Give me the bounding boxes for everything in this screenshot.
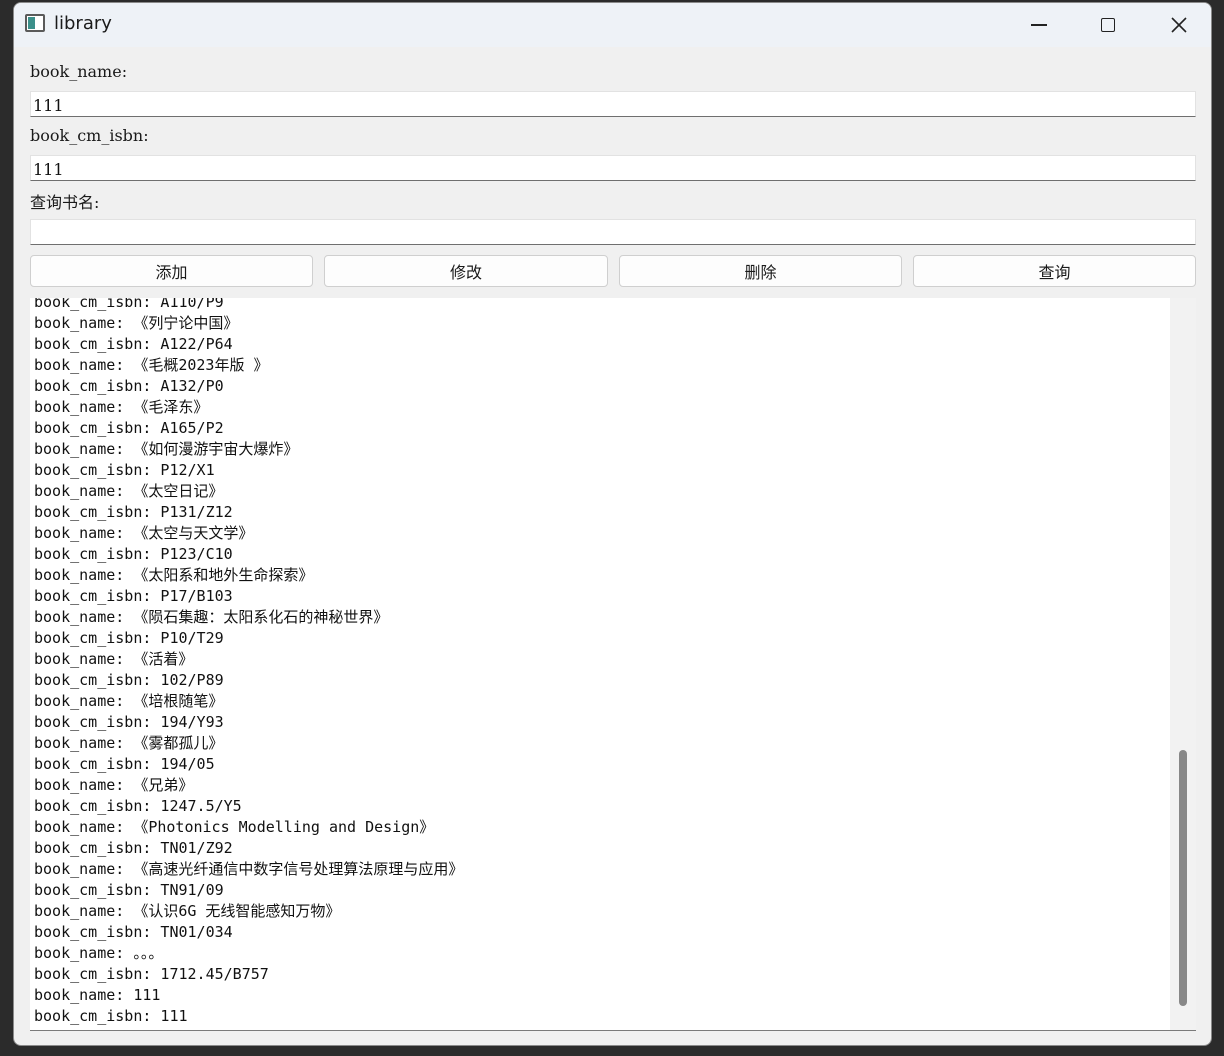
results-text-area[interactable]: book_cm_isbn: A110/P9 book_name: 《列宁论中国》 b… [30,298,1196,1031]
result-line: book_cm_isbn: P131/Z12 [34,503,233,521]
window-title: library [54,13,112,34]
result-line: book_name: 《认识6G 无线智能感知万物》 [34,902,341,920]
result-line: book_name: 《高速光纤通信中数字信号处理算法原理与应用》 [34,860,464,878]
scrollbar-thumb[interactable] [1179,750,1187,1006]
book-isbn-input[interactable] [30,155,1196,181]
query-label: 查询书名: [30,193,100,212]
result-line: book_cm_isbn: 194/Y93 [34,713,224,731]
add-button[interactable]: 添加 [30,255,313,287]
result-line: book_name: 《雾都孤儿》 [34,734,224,752]
book-name-input[interactable] [30,91,1196,117]
result-line: book_cm_isbn: TN01/034 [34,923,233,941]
result-line: book_name: 111 [34,986,161,1004]
book-name-label: book_name: [30,62,128,81]
result-line: book_cm_isbn: P123/C10 [34,545,233,563]
close-icon [1171,17,1187,33]
result-line: book_name: 《列宁论中国》 [34,314,239,332]
minimize-button[interactable] [1004,3,1074,47]
query-input[interactable] [30,219,1196,245]
app-window-icon [25,14,45,32]
modify-button[interactable]: 修改 [324,255,608,287]
result-line: book_cm_isbn: 1712.45/B757 [34,965,269,983]
result-line: book_name: 《毛泽东》 [34,398,209,416]
result-line: book_cm_isbn: 111 [34,1007,188,1025]
result-line: book_cm_isbn: 102/P89 [34,671,224,689]
result-line: book_cm_isbn: P17/B103 [34,587,233,605]
result-line: book_cm_isbn: A110/P9 [34,298,224,311]
result-line: book_cm_isbn: A132/P0 [34,377,224,395]
delete-button[interactable]: 删除 [619,255,902,287]
result-line: book_cm_isbn: 194/05 [34,755,215,773]
vertical-scrollbar[interactable] [1170,298,1196,1030]
result-line: book_cm_isbn: TN01/Z92 [34,839,233,857]
result-line: book_name: 《Photonics Modelling and Desi… [34,818,435,836]
result-line: book_name: 《活着》 [34,650,194,668]
minimize-icon [1031,24,1047,26]
result-line: book_cm_isbn: TN91/09 [34,881,224,899]
result-line: book_name: 《培根随笔》 [34,692,224,710]
result-line: book_name: 《太空与天文学》 [34,524,254,542]
maximize-button[interactable] [1073,3,1143,47]
result-line: book_name: 《陨石集趣：太阳系化石的神秘世界》 [34,608,389,626]
result-line: book_name: 《毛概2023年版 》 [34,356,269,374]
maximize-icon [1101,18,1115,32]
result-line: book_name: 《太阳系和地外生命探索》 [34,566,314,584]
result-line: book_name: 《太空日记》 [34,482,224,500]
results-list: book_cm_isbn: A110/P9 book_name: 《列宁论中国》 b… [34,298,1166,1027]
result-line: book_cm_isbn: A165/P2 [34,419,224,437]
title-bar[interactable]: library [14,3,1211,47]
result-line: book_cm_isbn: A122/P64 [34,335,233,353]
result-line: book_cm_isbn: 1247.5/Y5 [34,797,242,815]
book-isbn-label: book_cm_isbn: [30,126,149,145]
result-line: book_name: 。。。 [34,944,164,962]
close-button[interactable] [1144,3,1211,47]
result-line: book_cm_isbn: P10/T29 [34,629,224,647]
result-line: book_cm_isbn: P12/X1 [34,461,215,479]
result-line: book_name: 《如何漫游宇宙大爆炸》 [34,440,299,458]
result-line: book_name: 《兄弟》 [34,776,194,794]
library-window: library book_name: book_cm_isbn: 查询书名: 添… [13,2,1212,1046]
query-button[interactable]: 查询 [913,255,1196,287]
